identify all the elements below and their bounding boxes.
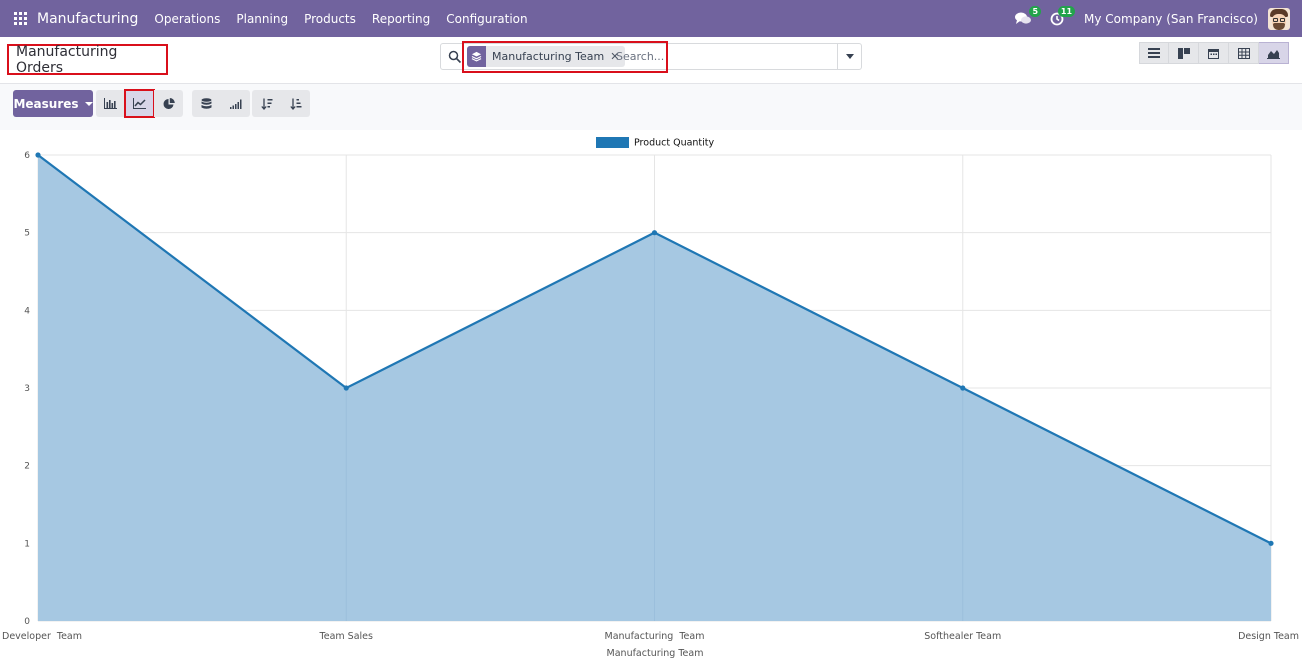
view-switcher bbox=[1139, 42, 1289, 64]
y-tick-label: 0 bbox=[24, 617, 30, 627]
facet-label: Manufacturing Team bbox=[492, 50, 605, 63]
bar-chart-icon bbox=[104, 98, 117, 109]
y-tick-label: 3 bbox=[24, 384, 30, 394]
apps-menu-icon[interactable] bbox=[14, 11, 28, 26]
sort-descending-button[interactable] bbox=[252, 90, 281, 117]
kanban-view-button[interactable] bbox=[1169, 42, 1199, 64]
measures-dropdown-button[interactable]: Measures bbox=[13, 90, 93, 117]
cumulative-button[interactable] bbox=[221, 90, 250, 117]
search-input[interactable] bbox=[616, 48, 736, 64]
menu-reporting[interactable]: Reporting bbox=[364, 12, 438, 26]
measures-label: Measures bbox=[13, 96, 79, 111]
legend-label: Product Quantity bbox=[634, 138, 715, 149]
caret-down-icon bbox=[845, 54, 854, 59]
data-point[interactable] bbox=[35, 152, 41, 158]
graph-view-button[interactable] bbox=[1259, 42, 1289, 64]
signal-bars-icon bbox=[229, 99, 241, 109]
search-facet-groupby[interactable]: Manufacturing Team ✕ bbox=[467, 46, 626, 67]
top-navbar: Manufacturing Operations Planning Produc… bbox=[0, 0, 1302, 37]
chart-options-group bbox=[192, 90, 250, 117]
x-axis-ticks: Developer Team Team Sales Manufacturing Te… bbox=[2, 631, 1299, 642]
x-axis-label: Manufacturing Team bbox=[607, 648, 704, 659]
data-point[interactable] bbox=[1268, 540, 1274, 546]
sort-ascending-button[interactable] bbox=[281, 90, 310, 117]
pie-chart-icon bbox=[163, 97, 175, 109]
breadcrumb: Manufacturing Orders bbox=[7, 43, 168, 76]
graph-container: 0 1 2 3 4 5 6 Developer Team Team Sales Manufact… bbox=[0, 130, 1302, 664]
data-point[interactable] bbox=[651, 230, 658, 236]
page-title: Manufacturing Orders bbox=[16, 43, 118, 76]
x-tick-label: Manufacturing Team bbox=[605, 631, 705, 642]
caret-down-icon bbox=[84, 101, 93, 106]
menu-configuration[interactable]: Configuration bbox=[438, 12, 535, 26]
chart-type-group bbox=[96, 89, 183, 118]
search-options-toggle[interactable] bbox=[837, 44, 861, 69]
calendar-icon bbox=[1208, 48, 1219, 59]
pie-chart-button[interactable] bbox=[154, 90, 183, 117]
calendar-view-button[interactable] bbox=[1199, 42, 1229, 64]
y-axis-ticks: 0 1 2 3 4 5 6 bbox=[24, 151, 30, 627]
menu-operations[interactable]: Operations bbox=[146, 12, 228, 26]
activities-button[interactable]: 11 bbox=[1046, 5, 1076, 29]
user-avatar[interactable] bbox=[1268, 7, 1290, 30]
x-tick-label: Softhealer Team bbox=[924, 631, 1001, 642]
control-panel: Manufacturing Orders Manufacturing Team … bbox=[0, 37, 1302, 130]
search-bar[interactable]: Manufacturing Team ✕ bbox=[440, 41, 862, 73]
chart-legend[interactable]: Product Quantity bbox=[596, 137, 715, 149]
stacked-button[interactable] bbox=[192, 90, 221, 117]
app-name[interactable]: Manufacturing bbox=[37, 11, 138, 27]
area-chart-icon bbox=[1267, 49, 1280, 59]
y-tick-label: 1 bbox=[24, 539, 30, 549]
y-tick-label: 2 bbox=[24, 462, 30, 472]
messages-count-badge: 5 bbox=[1029, 5, 1042, 17]
layers-icon bbox=[467, 46, 486, 67]
list-view-button[interactable] bbox=[1139, 42, 1169, 64]
y-tick-label: 5 bbox=[24, 229, 30, 239]
line-chart-button[interactable] bbox=[124, 89, 155, 118]
area-chart: 0 1 2 3 4 5 6 Developer Team Team Sales Manufact… bbox=[2, 137, 1299, 659]
legend-swatch bbox=[596, 137, 629, 148]
activities-count-badge: 11 bbox=[1057, 5, 1076, 17]
sort-ascending-icon bbox=[289, 98, 301, 110]
y-tick-label: 6 bbox=[24, 151, 30, 161]
kanban-icon bbox=[1177, 47, 1190, 59]
x-tick-label: Developer Team bbox=[2, 631, 82, 642]
sort-group bbox=[252, 90, 310, 117]
sort-descending-icon bbox=[260, 98, 272, 110]
list-icon bbox=[1148, 48, 1160, 58]
search-icon bbox=[448, 49, 462, 64]
data-point[interactable] bbox=[343, 385, 349, 391]
y-tick-label: 4 bbox=[24, 306, 30, 316]
bar-chart-button[interactable] bbox=[96, 90, 125, 117]
messages-button[interactable]: 5 bbox=[1012, 5, 1042, 29]
database-icon bbox=[201, 97, 212, 109]
data-point[interactable] bbox=[960, 385, 966, 391]
x-tick-label: Team Sales bbox=[319, 631, 373, 642]
company-switcher[interactable]: My Company (San Francisco) bbox=[1084, 12, 1258, 26]
menu-planning[interactable]: Planning bbox=[228, 12, 296, 26]
x-tick-label: Design Team bbox=[1238, 631, 1299, 642]
menu-products[interactable]: Products bbox=[296, 12, 364, 26]
line-chart-icon bbox=[133, 98, 146, 109]
table-icon bbox=[1237, 47, 1250, 59]
pivot-view-button[interactable] bbox=[1229, 42, 1259, 64]
